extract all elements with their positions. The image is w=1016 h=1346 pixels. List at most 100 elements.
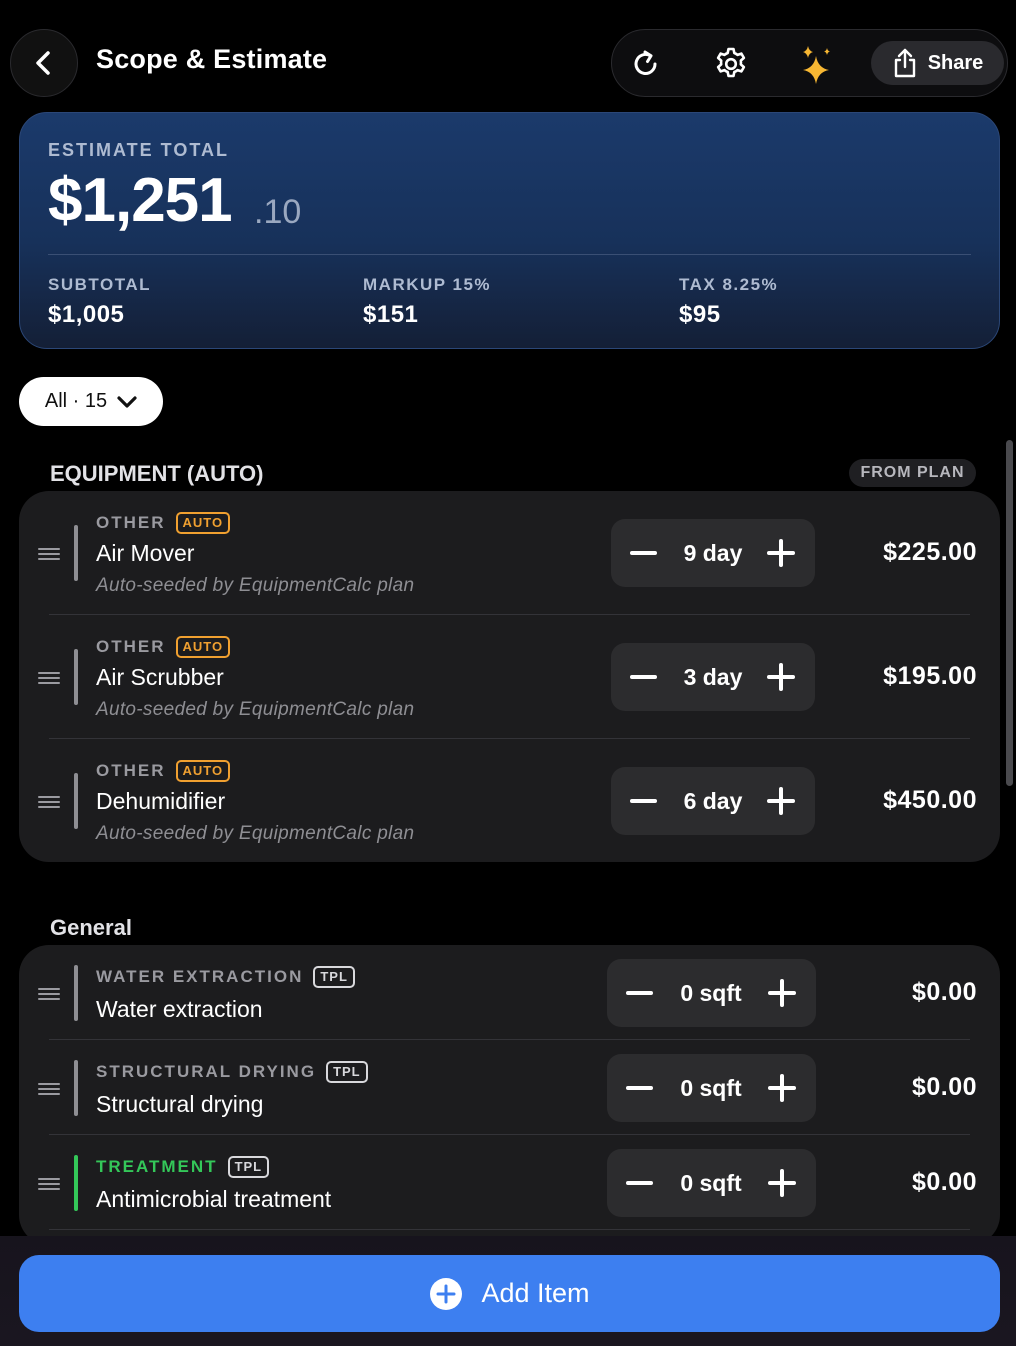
markup-stat: MARKUP 15% $151	[363, 275, 491, 329]
list-item[interactable]: OTHER AUTO Dehumidifier Auto-seeded by E…	[19, 739, 1000, 862]
quantity-value: 0 sqft	[680, 1075, 742, 1101]
item-category: OTHER AUTO	[96, 760, 231, 782]
increment-button[interactable]	[767, 539, 795, 567]
item-name: Structural drying	[96, 1091, 264, 1117]
item-price: $195.00	[883, 662, 977, 690]
subtotal-value: $1,005	[48, 301, 125, 328]
item-category: TREATMENT TPL	[96, 1156, 270, 1178]
list-item[interactable]: STRUCTURAL DRYING TPL Structural drying …	[19, 1040, 1000, 1135]
subtotal-label: SUBTOTAL	[48, 275, 151, 294]
template-badge: TPL	[227, 1156, 270, 1178]
tax-label: TAX 8.25%	[679, 275, 779, 294]
increment-button[interactable]	[768, 979, 796, 1007]
back-button[interactable]	[10, 29, 78, 97]
estimate-total-cents: .10	[254, 193, 302, 231]
drag-handle-icon[interactable]	[38, 1083, 60, 1095]
template-badge: TPL	[326, 1061, 368, 1083]
category-label: WATER EXTRACTION	[96, 967, 304, 986]
divider	[49, 1229, 970, 1230]
decrement-button[interactable]	[626, 1086, 653, 1090]
from-plan-badge: FROM PLAN	[849, 459, 976, 487]
item-note: Auto-seeded by EquipmentCalc plan	[96, 823, 415, 844]
item-price: $450.00	[883, 786, 977, 814]
gear-icon	[716, 47, 746, 78]
item-name: Antimicrobial treatment	[96, 1186, 332, 1212]
category-bar	[74, 1155, 78, 1211]
increment-button[interactable]	[768, 1074, 796, 1102]
item-name: Air Mover	[96, 540, 195, 566]
increment-button[interactable]	[767, 787, 795, 815]
quantity-value: 0 sqft	[680, 1170, 742, 1196]
item-price: $0.00	[911, 978, 977, 1006]
quantity-value: 3 day	[683, 664, 743, 690]
template-badge: TPL	[313, 966, 355, 988]
quantity-stepper: 0 sqft	[607, 1149, 816, 1217]
decrement-button[interactable]	[630, 551, 657, 555]
auto-badge: AUTO	[175, 636, 231, 658]
quantity-stepper: 0 sqft	[607, 959, 816, 1027]
quantity-stepper: 0 sqft	[607, 1054, 816, 1122]
refresh-icon	[634, 50, 657, 75]
add-item-button[interactable]: Add Item	[19, 1255, 1000, 1332]
item-price: $225.00	[883, 538, 977, 566]
drag-handle-icon[interactable]	[38, 672, 60, 684]
item-note: Auto-seeded by EquipmentCalc plan	[96, 575, 415, 596]
category-bar	[74, 965, 78, 1021]
list-item[interactable]: WATER EXTRACTION TPL Water extraction 0 …	[19, 945, 1000, 1040]
drag-handle-icon[interactable]	[38, 548, 60, 560]
tax-value: $95	[679, 301, 721, 328]
add-item-label: Add Item	[481, 1278, 590, 1308]
quantity-value: 6 day	[683, 788, 743, 814]
list-item[interactable]: TREATMENT TPL Antimicrobial treatment 0 …	[19, 1135, 1000, 1230]
quantity-stepper: 6 day	[611, 767, 815, 835]
share-icon	[894, 48, 915, 78]
drag-handle-icon[interactable]	[38, 1178, 60, 1190]
decrement-button[interactable]	[626, 991, 653, 995]
filter-label: All · 15	[44, 390, 108, 412]
list-item[interactable]: OTHER AUTO Air Scrubber Auto-seeded by E…	[19, 615, 1000, 739]
scrollbar[interactable]	[1006, 440, 1013, 786]
toolbar: Share	[611, 29, 1008, 97]
share-button[interactable]: Share	[871, 41, 1004, 85]
auto-badge: AUTO	[175, 760, 231, 782]
section-title-general: General	[50, 915, 132, 940]
category-label: OTHER	[96, 761, 166, 780]
increment-button[interactable]	[768, 1169, 796, 1197]
category-bar	[74, 773, 78, 829]
item-note: Auto-seeded by EquipmentCalc plan	[96, 699, 415, 720]
section-title-equipment: EQUIPMENT (AUTO)	[50, 461, 264, 486]
item-price: $0.00	[911, 1073, 977, 1101]
ai-sparkle-button[interactable]	[797, 44, 837, 84]
share-label: Share	[927, 51, 984, 74]
item-name: Water extraction	[96, 996, 263, 1022]
markup-label: MARKUP 15%	[363, 275, 492, 294]
estimate-total-value: $1,251	[48, 166, 233, 235]
decrement-button[interactable]	[626, 1181, 653, 1185]
quantity-stepper: 3 day	[611, 643, 815, 711]
tax-stat: TAX 8.25% $95	[679, 275, 778, 329]
decrement-button[interactable]	[630, 799, 657, 803]
item-name: Dehumidifier	[96, 788, 226, 814]
category-bar	[74, 525, 78, 581]
settings-button[interactable]	[711, 44, 751, 84]
category-bar	[74, 1060, 78, 1116]
auto-badge: AUTO	[175, 512, 231, 534]
chevron-down-icon	[117, 395, 137, 408]
item-category: WATER EXTRACTION TPL	[96, 966, 355, 988]
quantity-value: 9 day	[683, 540, 743, 566]
increment-button[interactable]	[767, 663, 795, 691]
drag-handle-icon[interactable]	[38, 988, 60, 1000]
filter-dropdown[interactable]: All · 15	[19, 377, 163, 426]
item-category: OTHER AUTO	[96, 512, 231, 534]
divider	[48, 254, 971, 255]
category-label: OTHER	[96, 513, 166, 532]
estimate-total-card: ESTIMATE TOTAL $1,251 .10 SUBTOTAL $1,00…	[19, 112, 1000, 349]
subtotal-stat: SUBTOTAL $1,005	[48, 275, 151, 329]
category-label: OTHER	[96, 637, 166, 656]
chevron-left-icon	[36, 51, 50, 75]
decrement-button[interactable]	[630, 675, 657, 679]
refresh-button[interactable]	[626, 44, 666, 84]
markup-value: $151	[363, 301, 419, 328]
list-item[interactable]: OTHER AUTO Air Mover Auto-seeded by Equi…	[19, 491, 1000, 615]
drag-handle-icon[interactable]	[38, 796, 60, 808]
